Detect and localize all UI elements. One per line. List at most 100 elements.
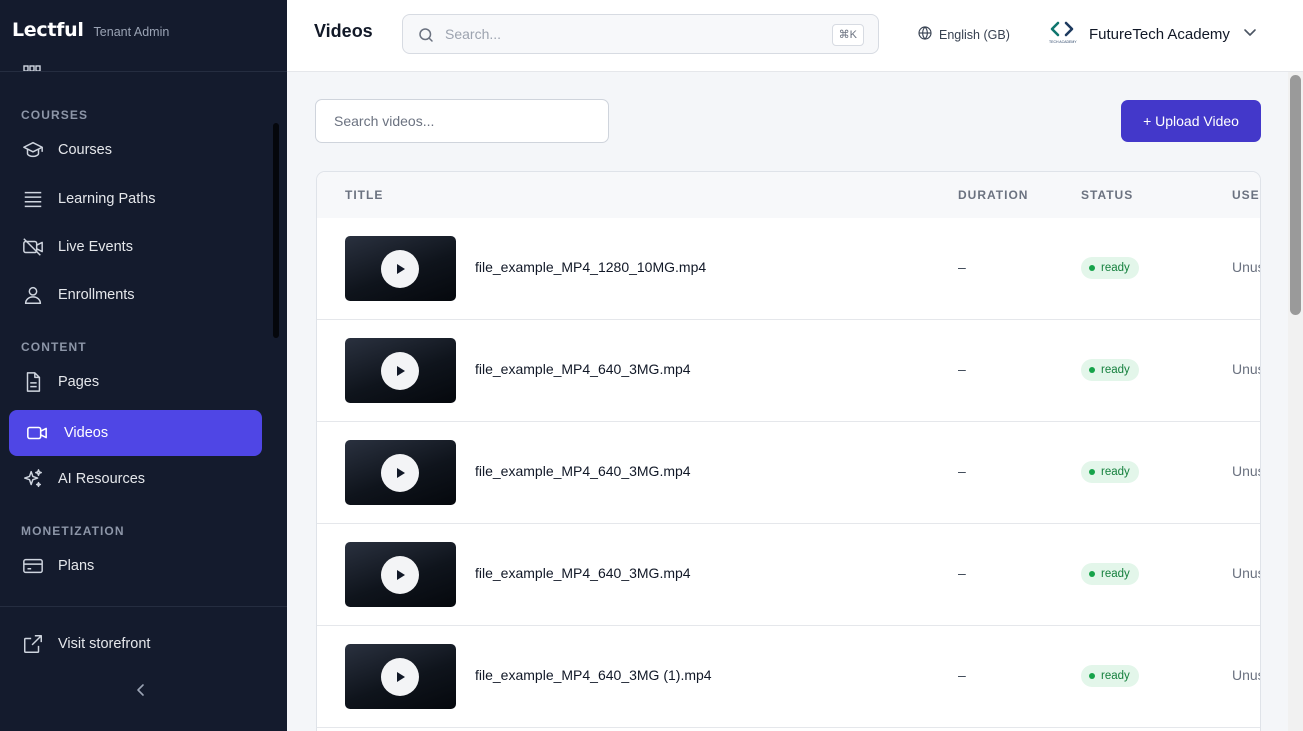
status-badge: ready (1081, 461, 1139, 483)
video-title[interactable]: file_example_MP4_1280_10MG.mp4 (475, 259, 706, 275)
status-badge: ready (1081, 257, 1139, 279)
play-icon[interactable] (381, 352, 419, 390)
sidebar: Lectful Tenant Admin COURSES Courses Lea… (0, 0, 287, 731)
status-dot-icon (1089, 673, 1095, 679)
upload-video-button[interactable]: + Upload Video (1121, 100, 1261, 142)
main-content: + Upload Video TITLE DURATION STATUS USE… (287, 72, 1303, 731)
sidebar-scrollbar[interactable] (273, 123, 279, 338)
video-title[interactable]: file_example_MP4_640_3MG.mp4 (475, 361, 691, 377)
sidebar-item-label: Courses (58, 142, 112, 158)
chevron-left-icon (133, 682, 149, 703)
column-header-title[interactable]: TITLE (345, 188, 383, 202)
status-label: ready (1101, 568, 1130, 580)
status-dot-icon (1089, 469, 1095, 475)
search-icon (417, 26, 435, 49)
sidebar-item-label: AI Resources (58, 471, 146, 487)
video-thumbnail[interactable] (345, 338, 456, 403)
video-off-icon (22, 236, 44, 258)
status-badge: ready (1081, 359, 1139, 381)
sidebar-item-live-events[interactable]: Live Events (9, 224, 262, 270)
status-label: ready (1101, 262, 1130, 274)
dashboard-grid-icon[interactable] (23, 62, 41, 74)
status-label: ready (1101, 364, 1130, 376)
sidebar-item-pages[interactable]: Pages (9, 359, 262, 405)
sidebar-divider (0, 71, 287, 72)
play-icon[interactable] (381, 250, 419, 288)
table-row[interactable]: file_example_MP4_1280_10MG.mp4 – ready U… (317, 218, 1260, 320)
table-row[interactable]: file_example_MP4_640_3MG (1).mp4 – ready… (317, 626, 1260, 728)
status-dot-icon (1089, 367, 1095, 373)
main-scrollbar-thumb[interactable] (1290, 75, 1301, 315)
org-switcher[interactable]: TECH ACADEMY FutureTech Academy (1049, 20, 1258, 48)
sparkles-icon (22, 468, 44, 490)
visit-storefront-link[interactable]: Visit storefront (9, 621, 262, 667)
video-usage: Unused (1232, 667, 1260, 683)
sidebar-item-enrollments[interactable]: Enrollments (9, 272, 262, 318)
video-thumbnail[interactable] (345, 236, 456, 301)
brand[interactable]: Lectful Tenant Admin (12, 19, 169, 41)
table-row[interactable]: file_example_MP4_640_3MG.mp4 – ready Unu… (317, 320, 1260, 422)
collapse-sidebar-button[interactable] (130, 681, 152, 703)
sidebar-item-plans[interactable]: Plans (9, 543, 262, 589)
play-icon[interactable] (381, 454, 419, 492)
user-icon (22, 284, 44, 306)
video-duration: – (958, 667, 966, 683)
status-badge: ready (1081, 665, 1139, 687)
chevron-down-icon (1242, 24, 1258, 45)
org-name: FutureTech Academy (1089, 25, 1230, 43)
sidebar-divider (0, 606, 287, 607)
video-thumbnail[interactable] (345, 644, 456, 709)
file-text-icon (22, 371, 44, 393)
section-label-content: CONTENT (21, 340, 87, 354)
global-search-placeholder: Search... (445, 26, 502, 42)
language-label: English (GB) (939, 27, 1010, 42)
sidebar-item-courses[interactable]: Courses (9, 127, 262, 173)
table-row[interactable]: file_example_MP4_640_3MG.mp4 – ready Unu… (317, 422, 1260, 524)
video-title[interactable]: file_example_MP4_640_3MG.mp4 (475, 565, 691, 581)
video-title[interactable]: file_example_MP4_640_3MG (1).mp4 (475, 667, 712, 683)
sidebar-item-label: Learning Paths (58, 191, 156, 207)
status-dot-icon (1089, 571, 1095, 577)
video-thumbnail[interactable] (345, 542, 456, 607)
page-title: Videos (314, 21, 373, 41)
video-icon (26, 422, 48, 444)
sidebar-item-videos[interactable]: Videos (9, 410, 262, 456)
global-search-input[interactable]: Search... ⌘K (402, 14, 879, 54)
play-icon[interactable] (381, 556, 419, 594)
video-thumbnail[interactable] (345, 440, 456, 505)
video-search-input[interactable] (315, 99, 609, 143)
top-header: Videos Search... ⌘K English (GB) TECH AC… (287, 0, 1303, 72)
table-header: TITLE DURATION STATUS USED IN (317, 172, 1260, 218)
sidebar-item-label: Plans (58, 558, 95, 574)
external-link-icon (22, 633, 44, 655)
video-title[interactable]: file_example_MP4_640_3MG.mp4 (475, 463, 691, 479)
video-usage: Unused (1232, 259, 1260, 275)
status-badge: ready (1081, 563, 1139, 585)
status-label: ready (1101, 670, 1130, 682)
visit-storefront-label: Visit storefront (58, 636, 151, 652)
play-icon[interactable] (381, 658, 419, 696)
status-label: ready (1101, 466, 1130, 478)
table-row[interactable]: file_example_MP4_640_3MG.mp4 – ready Unu… (317, 524, 1260, 626)
sidebar-item-ai-resources[interactable]: AI Resources (9, 456, 262, 502)
video-usage: Unused (1232, 463, 1260, 479)
layers-icon (22, 188, 44, 210)
org-logo-text: TECH ACADEMY (1049, 40, 1077, 44)
column-header-used-in[interactable]: USED IN (1232, 188, 1260, 202)
language-selector[interactable]: English (GB) (917, 25, 1010, 44)
column-header-duration[interactable]: DURATION (958, 188, 1028, 202)
status-dot-icon (1089, 265, 1095, 271)
sidebar-item-label: Enrollments (58, 287, 135, 303)
search-shortcut-hint: ⌘K (831, 24, 864, 46)
video-duration: – (958, 361, 966, 377)
video-usage: Unused (1232, 565, 1260, 581)
section-label-monetization: MONETIZATION (21, 524, 125, 538)
video-duration: – (958, 463, 966, 479)
sidebar-item-label: Videos (64, 425, 109, 441)
column-header-status[interactable]: STATUS (1081, 188, 1133, 202)
sidebar-item-learning-paths[interactable]: Learning Paths (9, 176, 262, 222)
brand-logo[interactable]: Lectful (12, 19, 84, 41)
sidebar-item-label: Pages (58, 374, 100, 390)
video-duration: – (958, 565, 966, 581)
video-usage: Unused (1232, 361, 1260, 377)
